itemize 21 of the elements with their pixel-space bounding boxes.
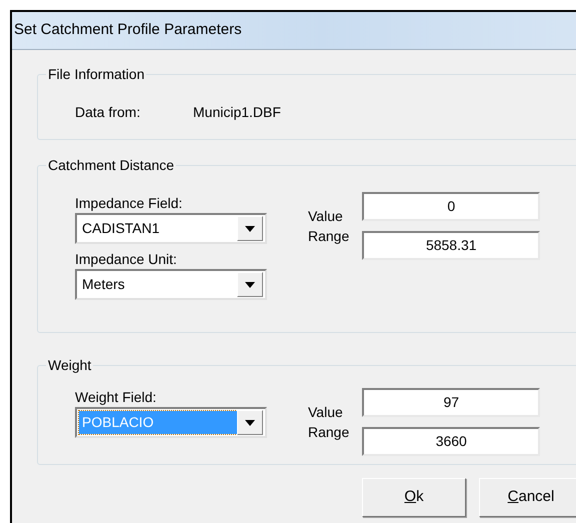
data-from-label: Data from: <box>75 103 142 122</box>
combo-label: Impedance Field: <box>75 194 184 212</box>
dropdown-value: CADISTAN1 <box>81 219 161 238</box>
range-label: Value <box>308 403 344 422</box>
value-field[interactable]: 97 <box>362 388 540 417</box>
value-field[interactable]: 0 <box>362 192 540 221</box>
value-field[interactable]: 5858.31 <box>362 231 540 260</box>
dropdown[interactable]: Meters <box>75 269 267 300</box>
range-label: Range <box>308 227 350 246</box>
value-field[interactable]: 3660 <box>362 427 540 456</box>
dropdown-value: POBLACIO <box>79 411 237 434</box>
range-label: Value <box>308 207 344 226</box>
dialog-button[interactable]: Ok <box>362 478 466 517</box>
dropdown[interactable]: CADISTAN1 <box>75 213 267 244</box>
dialog-button[interactable]: Cancel <box>479 478 576 517</box>
file-name: Municip1.DBF <box>193 103 281 122</box>
range-label: Range <box>308 423 350 442</box>
window-title: Set Catchment Profile Parameters <box>14 20 242 40</box>
combo-label: Impedance Unit: <box>75 250 178 268</box>
combo-label: Weight Field: <box>75 388 158 406</box>
dropdown-value: Meters <box>81 275 126 294</box>
